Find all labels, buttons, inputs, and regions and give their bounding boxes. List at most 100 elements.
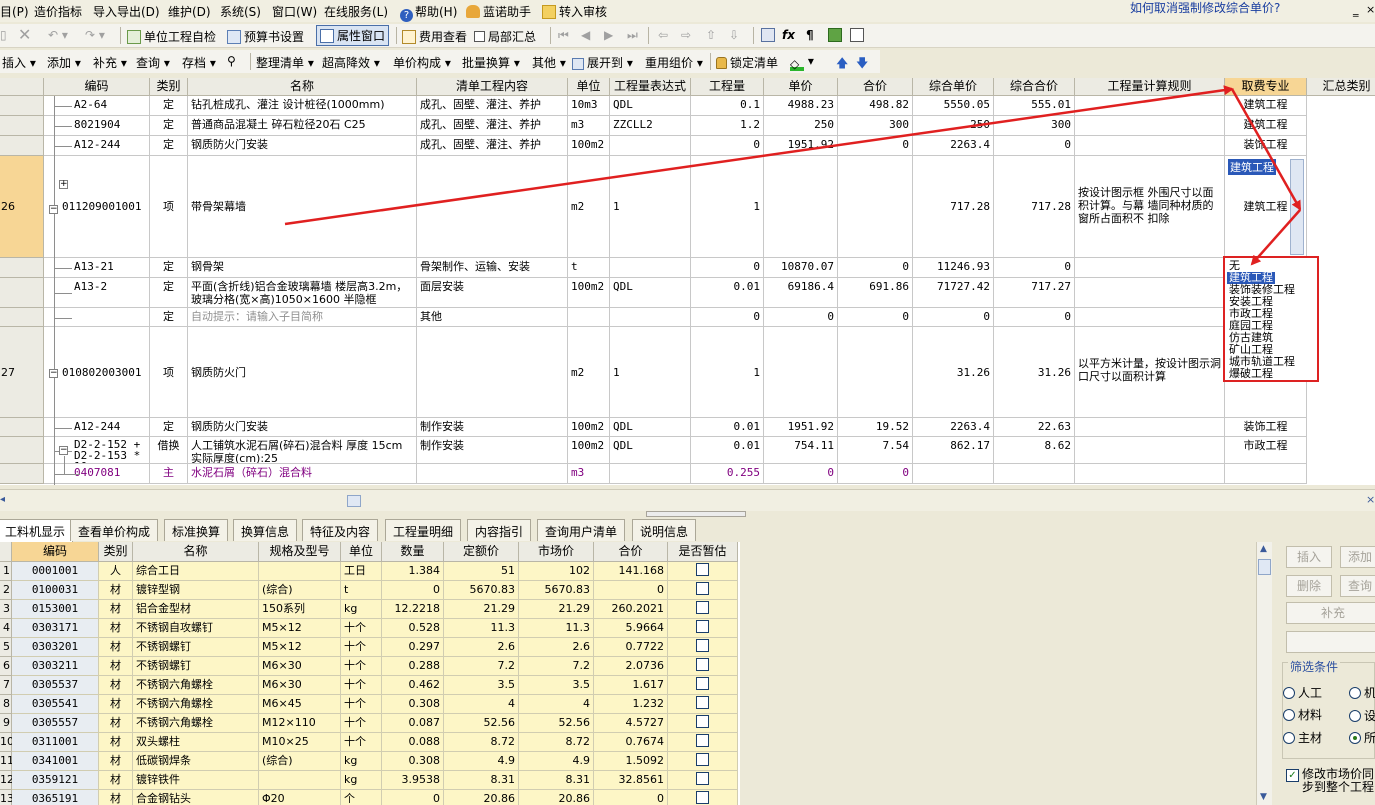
cell-rule[interactable] xyxy=(1075,464,1225,484)
mat-header-unit[interactable]: 单位 xyxy=(341,542,382,562)
cell-content[interactable]: 成孔、固壁、灌注、养护 xyxy=(417,116,568,136)
cell-total[interactable]: 0 xyxy=(838,464,913,484)
cell-comp-total[interactable]: 31.26 xyxy=(994,327,1075,418)
mat-cell-name[interactable]: 不锈钢自攻螺钉 xyxy=(133,619,259,638)
cell-name[interactable]: 钢质防火门安装 xyxy=(188,418,417,437)
mat-cell-unit[interactable]: 个 xyxy=(341,790,382,805)
paragraph-icon[interactable]: ¶ xyxy=(806,28,814,42)
menu-window[interactable]: 窗口(W) xyxy=(272,3,317,20)
mat-cell-name[interactable]: 不锈钢螺钉 xyxy=(133,657,259,676)
header-code[interactable]: 编码 xyxy=(44,78,150,96)
cell-qty[interactable]: 1.2 xyxy=(691,116,764,136)
cell-price[interactable]: 69186.4 xyxy=(764,278,838,308)
mat-cell-qty[interactable]: 0.088 xyxy=(382,733,444,752)
panel-blank-button[interactable] xyxy=(1286,631,1375,653)
cell-price[interactable]: 1951.92 xyxy=(764,418,838,437)
mat-cell-qty[interactable]: 0.288 xyxy=(382,657,444,676)
row-number[interactable]: 13 xyxy=(0,790,14,805)
cell-type[interactable]: 定 xyxy=(150,136,188,156)
delete-icon[interactable]: ✕ xyxy=(18,25,31,44)
cell-type[interactable]: 定 xyxy=(150,418,188,437)
cell-comp-total[interactable]: 717.28 xyxy=(994,156,1075,258)
header-name[interactable]: 名称 xyxy=(188,78,417,96)
cell-total[interactable]: 300 xyxy=(838,116,913,136)
cell-price[interactable]: 0 xyxy=(764,464,838,484)
cell-unit[interactable]: m2 xyxy=(568,327,610,418)
menu-online-service[interactable]: 在线服务(L) xyxy=(324,3,388,20)
cell-rule[interactable] xyxy=(1075,437,1225,464)
fee-specialty-combo-button[interactable]: ⌄ xyxy=(1290,159,1304,255)
mat-cell-qty[interactable]: 0.528 xyxy=(382,619,444,638)
row-number[interactable]: 27 xyxy=(0,327,44,418)
cell-name[interactable]: 钢质防火门安装 xyxy=(188,136,417,156)
cell-content[interactable]: 骨架制作、运输、安装 xyxy=(417,258,568,278)
mat-header-code[interactable]: 编码 xyxy=(12,542,99,562)
mat-cell-unit[interactable]: kg xyxy=(341,771,382,790)
checkbox-icon[interactable] xyxy=(696,791,709,804)
cell-comp-total[interactable]: 22.63 xyxy=(994,418,1075,437)
mat-cell-code[interactable]: 0303171 xyxy=(12,619,99,638)
mat-cell-quota[interactable]: 21.29 xyxy=(444,600,519,619)
cell-content[interactable]: 成孔、固壁、灌注、养护 xyxy=(417,96,568,116)
mat-cell-type[interactable]: 材 xyxy=(99,600,133,619)
cell-unit[interactable]: 100m2 xyxy=(568,278,610,308)
move-up-icon[interactable]: ⇧ xyxy=(706,28,716,42)
cell-qty[interactable]: 0 xyxy=(691,258,764,278)
cell-price[interactable]: 10870.07 xyxy=(764,258,838,278)
add-menu[interactable]: 添加 ▾ xyxy=(47,54,81,71)
cell-rule[interactable] xyxy=(1075,258,1225,278)
row-number[interactable]: 6 xyxy=(0,657,12,676)
mat-cell-unit[interactable]: 十个 xyxy=(341,676,382,695)
checkbox-icon[interactable] xyxy=(696,639,709,652)
cell-rule[interactable] xyxy=(1075,116,1225,136)
cell-fee[interactable]: 装饰工程 xyxy=(1225,136,1307,156)
radio-equipment[interactable]: 设 xyxy=(1349,707,1375,724)
mat-cell-total[interactable]: 2.0736 xyxy=(594,657,668,676)
mat-cell-total[interactable]: 260.2021 xyxy=(594,600,668,619)
row-number[interactable] xyxy=(0,278,44,308)
header-unit-price[interactable]: 单价 xyxy=(764,78,838,96)
mat-cell-market[interactable]: 52.56 xyxy=(519,714,594,733)
cost-view-button[interactable]: 费用查看 xyxy=(402,28,467,45)
cell-comp-price[interactable] xyxy=(913,464,994,484)
mat-cell-type[interactable]: 材 xyxy=(99,581,133,600)
mat-cell-code[interactable]: 0100031 xyxy=(12,581,99,600)
undo-icon[interactable]: ↶ ▾ xyxy=(48,28,68,42)
cell-fee[interactable]: 市政工程 xyxy=(1225,437,1307,464)
cell-content[interactable] xyxy=(417,327,568,418)
mat-cell-code[interactable]: 0153001 xyxy=(12,600,99,619)
mat-cell-market[interactable]: 4 xyxy=(519,695,594,714)
menu-import-export[interactable]: 导入导出(D) xyxy=(93,3,160,20)
cell-comp-total[interactable]: 555.01 xyxy=(994,96,1075,116)
vertical-scrollbar[interactable]: ▲ ▼ xyxy=(1256,542,1272,805)
scroll-thumb[interactable] xyxy=(347,495,361,507)
calculator-icon[interactable] xyxy=(761,28,778,42)
cell-name[interactable]: 自动提示：请输入子目简称 xyxy=(188,308,417,327)
mat-cell-type[interactable]: 材 xyxy=(99,771,133,790)
add-button[interactable]: 添加 xyxy=(1340,546,1375,568)
mat-cell-quota[interactable]: 8.72 xyxy=(444,733,519,752)
mat-cell-spec[interactable] xyxy=(259,771,341,790)
mat-cell-code[interactable]: 0305541 xyxy=(12,695,99,714)
mat-cell-name[interactable]: 镀锌铁件 xyxy=(133,771,259,790)
unit-price-comp-menu[interactable]: 单价构成 ▾ xyxy=(393,54,451,71)
super-reduce-menu[interactable]: 超高降效 ▾ xyxy=(322,54,380,71)
row-number[interactable] xyxy=(0,464,44,484)
mat-cell-quota[interactable]: 52.56 xyxy=(444,714,519,733)
cell-rule[interactable] xyxy=(1075,136,1225,156)
mat-cell-type[interactable]: 材 xyxy=(99,676,133,695)
cell-expr[interactable]: QDL xyxy=(610,96,691,116)
header-summary-category[interactable]: 汇总类别 xyxy=(1307,78,1375,96)
row-number[interactable]: 12 xyxy=(0,771,14,790)
horizontal-scrollbar[interactable]: ◂ × xyxy=(0,489,1375,511)
checkbox-icon[interactable] xyxy=(696,734,709,747)
cell-unit[interactable]: 100m2 xyxy=(568,437,610,464)
organize-list-menu[interactable]: 整理清单 ▾ xyxy=(256,54,314,71)
mat-cell-total[interactable]: 141.168 xyxy=(594,562,668,581)
paste-icon[interactable]: ▯ xyxy=(0,28,7,42)
cell-expr[interactable] xyxy=(610,258,691,278)
mat-cell-type[interactable]: 材 xyxy=(99,657,133,676)
row-number[interactable] xyxy=(0,308,44,327)
mat-cell-quota[interactable]: 3.5 xyxy=(444,676,519,695)
query-menu[interactable]: 查询 ▾ xyxy=(136,54,170,71)
